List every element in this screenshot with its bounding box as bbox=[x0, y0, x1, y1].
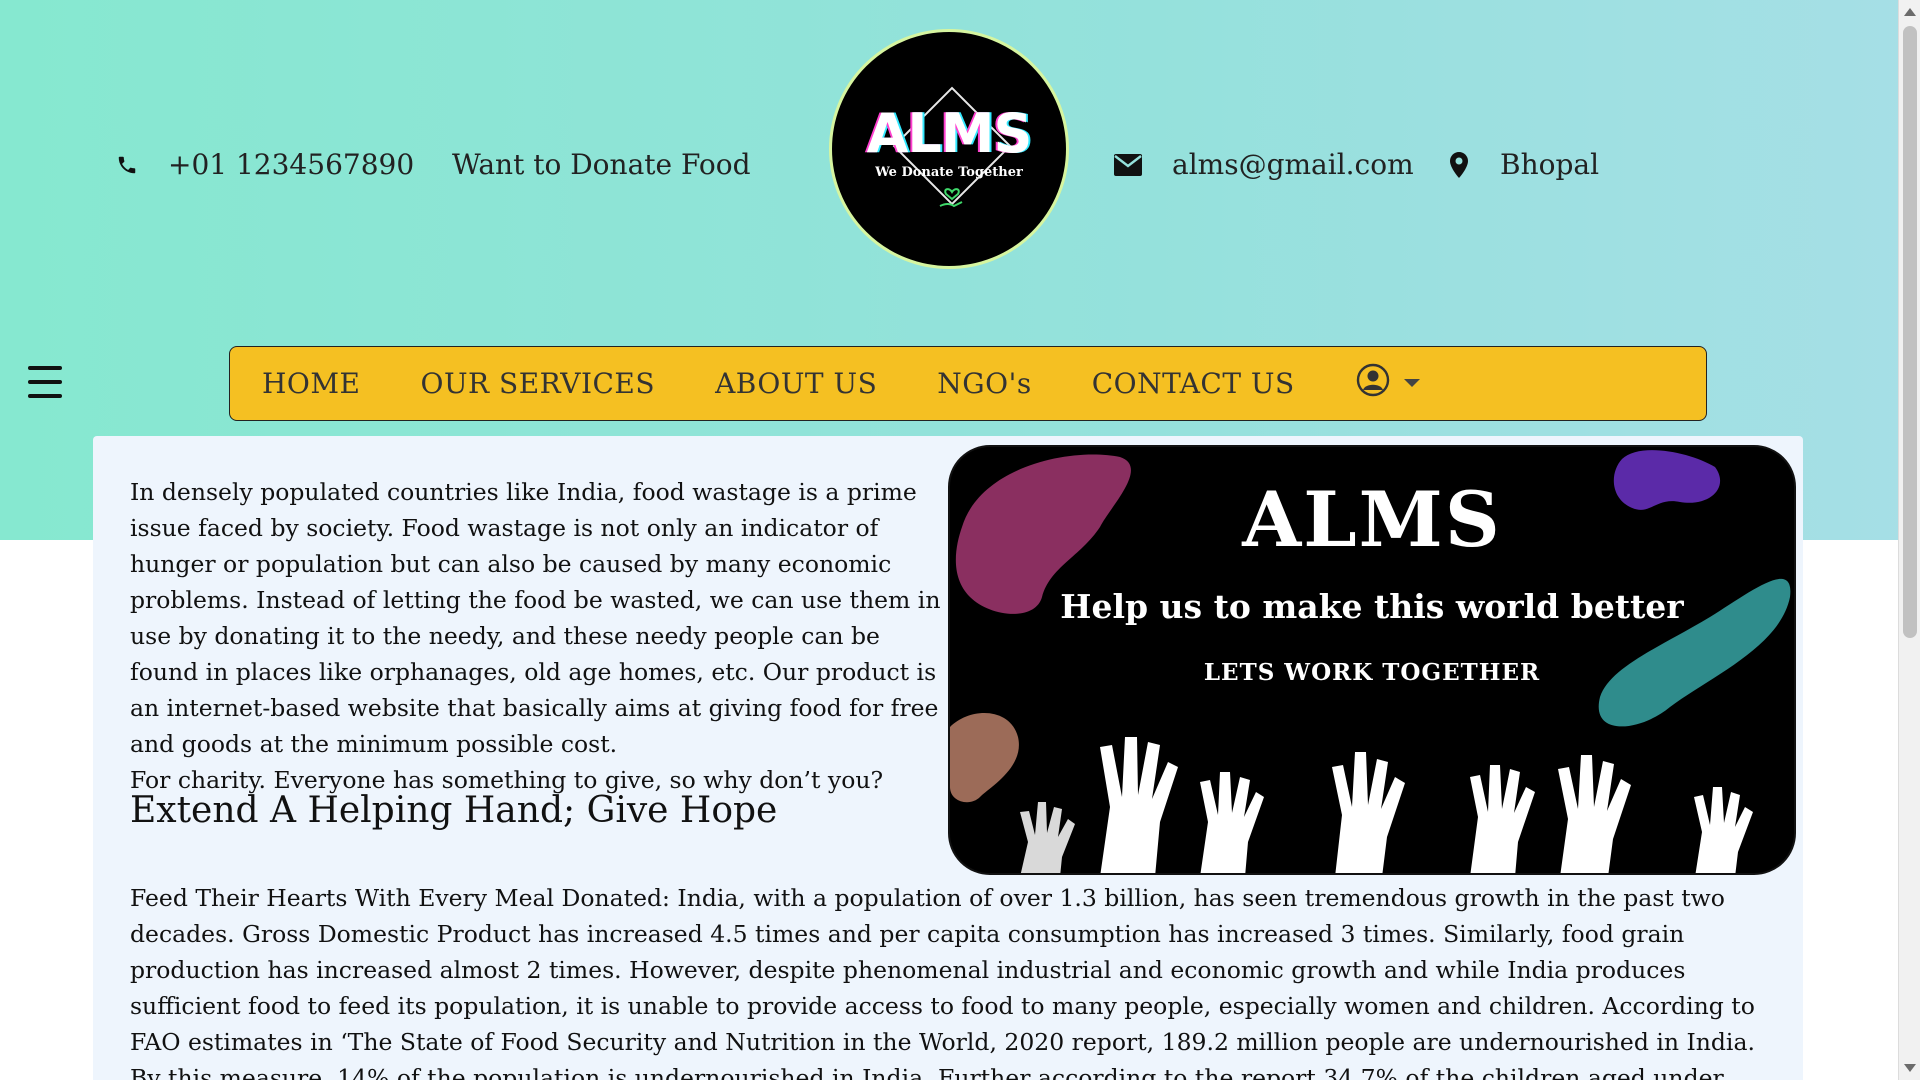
banner-title: ALMS bbox=[1242, 475, 1502, 564]
section-heading: Extend A Helping Hand; Give Hope bbox=[130, 790, 778, 831]
nav-contact-us[interactable]: CONTACT US bbox=[1092, 367, 1295, 400]
email-address: alms@gmail.com bbox=[1172, 148, 1414, 181]
banner-cta-text: LETS WORK TOGETHER bbox=[1203, 659, 1541, 686]
page-scrollbar[interactable] bbox=[1898, 0, 1920, 1080]
user-menu-dropdown[interactable] bbox=[1356, 363, 1420, 397]
phone-contact[interactable]: +01 1234567890 bbox=[116, 148, 414, 181]
user-circle-icon bbox=[1356, 363, 1389, 396]
nav-home[interactable]: HOME bbox=[262, 367, 360, 400]
nav-our-services[interactable]: OUR SERVICES bbox=[420, 367, 655, 400]
phone-number: +01 1234567890 bbox=[168, 148, 415, 181]
nav-about-us[interactable]: ABOUT US bbox=[715, 367, 877, 400]
email-contact[interactable]: alms@gmail.com bbox=[1114, 148, 1414, 181]
location-text: Bhopal bbox=[1500, 148, 1600, 181]
nav-ngos[interactable]: NGO's bbox=[937, 367, 1031, 400]
donate-food-link[interactable]: Want to Donate Food bbox=[452, 148, 751, 181]
scrollbar-thumb[interactable] bbox=[1903, 26, 1917, 638]
location-info: Bhopal bbox=[1450, 148, 1599, 181]
main-navbar: HOME OUR SERVICES ABOUT US NGO's CONTACT… bbox=[229, 346, 1707, 421]
alms-logo[interactable]: ALMS We Donate Together bbox=[829, 29, 1069, 269]
banner-subtitle: Help us to make this world better bbox=[1060, 587, 1684, 626]
map-pin-icon bbox=[1450, 151, 1468, 178]
alms-banner-image: ALMS Help us to make this world better L… bbox=[948, 445, 1796, 875]
intro-text: In densely populated countries like Indi… bbox=[130, 478, 941, 758]
scroll-down-arrow-icon[interactable] bbox=[1904, 1064, 1916, 1072]
hamburger-menu-icon[interactable] bbox=[28, 366, 62, 408]
body-paragraph: Feed Their Hearts With Every Meal Donate… bbox=[130, 884, 1755, 1080]
chevron-down-icon bbox=[1403, 378, 1420, 387]
heart-hand-icon bbox=[939, 188, 963, 208]
intro-paragraph: In densely populated countries like Indi… bbox=[130, 474, 950, 798]
envelope-icon bbox=[1114, 153, 1142, 176]
scroll-up-arrow-icon[interactable] bbox=[1904, 8, 1916, 16]
logo-brand-text: ALMS bbox=[866, 102, 1033, 165]
phone-icon bbox=[116, 154, 138, 176]
logo-tagline: We Donate Together bbox=[875, 165, 1023, 180]
